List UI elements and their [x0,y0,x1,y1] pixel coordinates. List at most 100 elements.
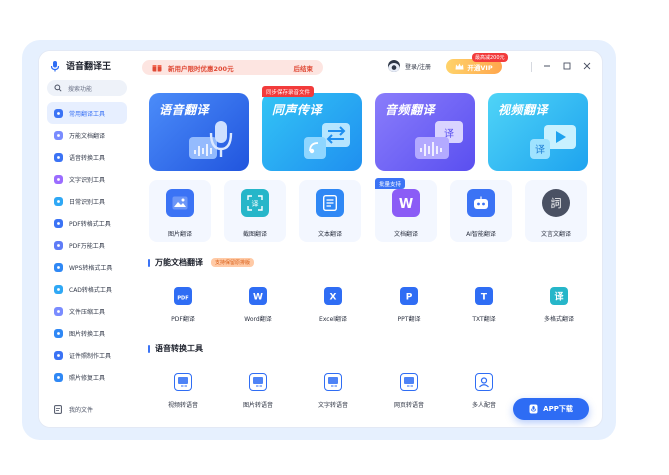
doc-translate-label: TXT翻译 [472,316,496,323]
tile-label: 文言文翻译 [540,231,571,238]
login-label: 登录/注册 [405,63,432,71]
close-button[interactable] [581,60,593,72]
classical-chinese-translation-tile[interactable]: 詞文言文翻译 [525,180,587,242]
audio-translation-card[interactable]: 音频翻译译 [375,93,475,171]
login-button[interactable]: 登录/注册 [388,60,431,72]
section-title-doc: 万能文档翻译 [155,258,203,267]
gift-icon [152,64,162,71]
promo-text: 新用户限时优惠200元 [168,64,234,73]
sidebar-item-icon [54,284,63,294]
sidebar-item-label: 图片转换工具 [69,330,106,338]
sidebar-item-label: WPS转格式工具 [69,264,113,272]
sidebar-item-icon [54,152,63,162]
voice-tool-item[interactable]: 图片转语音 [223,373,293,409]
card-tag: 同步保存录音文件 [262,86,315,97]
brand: 语音翻译王 [49,59,111,72]
close-icon [583,62,591,70]
doc-translate-label: Excel翻译 [319,316,347,323]
sidebar-item-icon [54,130,63,140]
sidebar-item-label: 日常识别工具 [69,198,106,206]
doc-translate-item[interactable]: X Excel翻译 [298,287,368,323]
card-title: 同声传译 [272,103,323,117]
svg-text:W: W [253,293,263,303]
pdf-icon: PDF [174,287,192,305]
voice-tool-item[interactable]: 网页转语音 [374,373,444,409]
my-files-label: 我的文件 [69,407,94,414]
tile-label: AI智能翻译 [466,231,496,238]
maximize-button[interactable] [561,60,573,72]
doc-translate-item[interactable]: W Word翻译 [223,287,293,323]
my-files-link[interactable]: 我的文件 [54,405,93,414]
voice-tool-item[interactable]: 文字转语音 [298,373,368,409]
svg-text:W: W [399,197,413,210]
sidebar-item-label: CAD转格式工具 [69,286,112,294]
ai-translation-tile[interactable]: AI智能翻译 [450,180,512,242]
classical-text-icon: 詞 [542,189,570,217]
screenshot-icon: 译 [241,189,269,217]
text-translation-tile[interactable]: 文本翻译 [299,180,361,242]
app-name: 语音翻译王 [66,62,112,72]
voice-translation-card[interactable]: 语音翻译 [149,93,249,171]
doc-translate-item[interactable]: 译多格式翻译 [524,287,594,323]
voice-tool-item[interactable]: 多人配音 [449,373,519,409]
sidebar-nav: 常用翻译工具万能文档翻译语音转换工具文字识别工具日常识别工具 PDF转格式工具 PD… [47,102,127,388]
section-tag-doc: 支持保留原排版 [211,258,255,267]
sidebar-item[interactable]: 文字识别工具 [47,168,127,190]
svg-text:詞: 詞 [551,197,562,210]
card-title: 视频翻译 [498,103,549,117]
sidebar-item[interactable]: WPS转格式工具 [47,256,127,278]
tile-label: 图片翻译 [167,231,192,238]
sidebar-item[interactable]: 常用翻译工具 [47,102,127,124]
screenshot-translation-tile[interactable]: 译截图翻译 [224,180,286,242]
app-download-button[interactable]: APP下载 [513,398,589,420]
sidebar-item-label: PDF万能工具 [69,242,105,250]
sidebar-item[interactable]: 文件压缩工具 [47,300,127,322]
promo-countdown: 后结束 [293,64,314,73]
maximize-icon [563,62,571,70]
svg-text:T: T [481,293,488,303]
doc-translate-item[interactable]: PDF PDF翻译 [148,287,218,323]
doc-translate-item[interactable]: T TXT翻译 [449,287,519,323]
promo-banner[interactable]: 新用户限时优惠200元 后结束 [142,60,323,75]
window-controls-divider [531,62,532,72]
sidebar: 语音翻译王 搜索功能 常用翻译工具万能文档翻译语音转换工具文字识别工具日常识别工… [39,51,135,427]
sidebar-item-icon [54,174,63,184]
app-download-label: APP下载 [543,405,573,413]
minimize-icon [544,65,550,67]
sidebar-item[interactable]: 照片修复工具 [47,366,127,388]
text-to-speech-icon [324,373,342,391]
voice-tool-item[interactable]: 视频转语音 [148,373,218,409]
tile-label: 文档翻译 [393,231,418,238]
image-translation-tile[interactable]: 图片翻译 [149,180,211,242]
sidebar-item[interactable]: 证件照制作工具 [47,344,127,366]
sidebar-item[interactable]: 语音转换工具 [47,146,127,168]
sidebar-item[interactable]: CAD转格式工具 [47,278,127,300]
doc-translate-item[interactable]: P PPT翻译 [374,287,444,323]
section-title-voice: 语音转换工具 [155,344,203,353]
stage: 语音翻译王 搜索功能 常用翻译工具 万能文档翻译 语音转换工具 文字识别工具 日常识别工… [0,0,669,475]
video-translation-card[interactable]: 视频翻译译 [488,93,588,171]
document-translation-tile[interactable]: W 文档翻译 [375,180,437,242]
txt-icon: T [475,287,493,305]
sidebar-item[interactable]: 万能文档翻译 [47,124,127,146]
svg-text:P: P [406,293,413,303]
sidebar-item-label: 常用翻译工具 [69,110,106,118]
sidebar-item[interactable]: PDF万能工具 [47,234,127,256]
image-to-speech-icon [249,373,267,391]
sidebar-item[interactable]: 图片转换工具 [47,322,127,344]
sidebar-item[interactable]: PDF转格式工具 [47,212,127,234]
multi-format-icon: 译 [550,287,568,305]
voice-tool-label: 网页转语音 [393,402,424,409]
simultaneous-interpretation-card[interactable]: 同声传译 [262,93,362,171]
sidebar-item-icon [54,108,63,118]
section-header-doc: 万能文档翻译 支持保留原排版 [148,257,255,268]
card-title: 语音翻译 [159,103,210,117]
voice-tool-label: 视频转语音 [167,402,198,409]
sidebar-item[interactable]: 日常识别工具 [47,190,127,212]
file-icon [54,405,62,414]
svg-text:译: 译 [252,200,259,208]
multi-voice-dubbing-icon [475,373,493,391]
minimize-button[interactable] [541,60,553,72]
sidebar-item-label: 语音转换工具 [69,154,106,162]
search-input[interactable]: 搜索功能 [47,80,127,96]
